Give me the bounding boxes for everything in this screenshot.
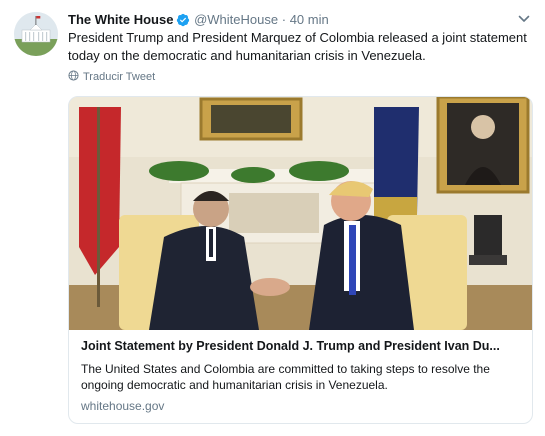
header-separator: ·: [281, 12, 287, 27]
card-image[interactable]: [69, 97, 532, 330]
translate-label: Traducir Tweet: [83, 71, 156, 83]
account-handle[interactable]: @WhiteHouse: [194, 12, 278, 27]
card-title[interactable]: Joint Statement by President Donald J. T…: [81, 337, 522, 355]
translate-tweet-link[interactable]: Traducir Tweet: [68, 70, 155, 84]
card-body[interactable]: Joint Statement by President Donald J. T…: [81, 337, 522, 413]
chevron-down-icon[interactable]: [517, 12, 531, 26]
white-house-logo: [14, 12, 58, 56]
tweet: The White House @WhiteHouse · 40 min Pre…: [0, 0, 545, 436]
link-card[interactable]: Joint Statement by President Donald J. T…: [68, 96, 533, 424]
card-domain[interactable]: whitehouse.gov: [81, 399, 522, 413]
tweet-header: The White House @WhiteHouse · 40 min: [68, 11, 515, 29]
tweet-text: President Trump and President Marquez of…: [68, 30, 527, 63]
avatar[interactable]: [14, 12, 58, 56]
account-name[interactable]: The White House: [68, 12, 173, 27]
tweet-timestamp[interactable]: 40 min: [290, 12, 329, 27]
globe-icon: [68, 70, 79, 84]
card-description: The United States and Colombia are commi…: [81, 362, 490, 392]
